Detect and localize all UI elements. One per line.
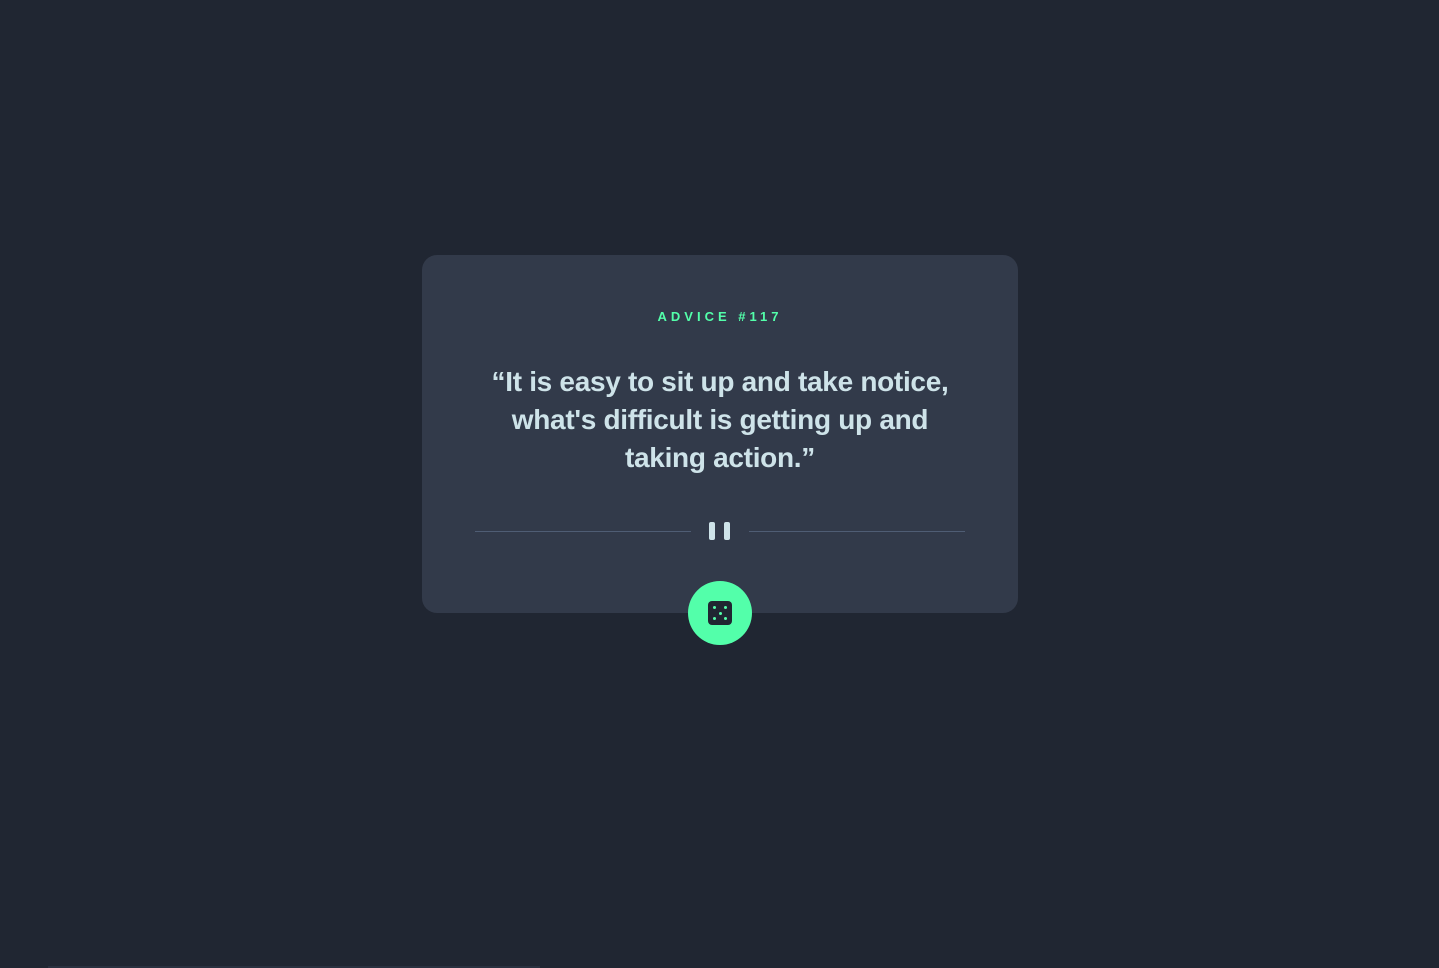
dice-pip [718, 611, 722, 615]
divider [475, 521, 965, 541]
pause-bar-right [724, 522, 730, 540]
dice-pip [724, 606, 727, 609]
divider-line-left [475, 531, 691, 532]
advice-card: ADVICE #117 “It is easy to sit up and ta… [422, 255, 1018, 645]
pause-bar-left [709, 522, 715, 540]
dice-pip [724, 617, 727, 620]
advice-number: ADVICE #117 [657, 309, 783, 324]
advice-quote: “It is easy to sit up and take notice, w… [491, 366, 949, 473]
divider-line-right [749, 531, 965, 532]
dice-pip [713, 606, 716, 609]
dice-pip [713, 617, 716, 620]
pause-icon [709, 522, 731, 540]
dice-icon [708, 601, 732, 625]
generate-advice-button[interactable] [688, 581, 752, 645]
